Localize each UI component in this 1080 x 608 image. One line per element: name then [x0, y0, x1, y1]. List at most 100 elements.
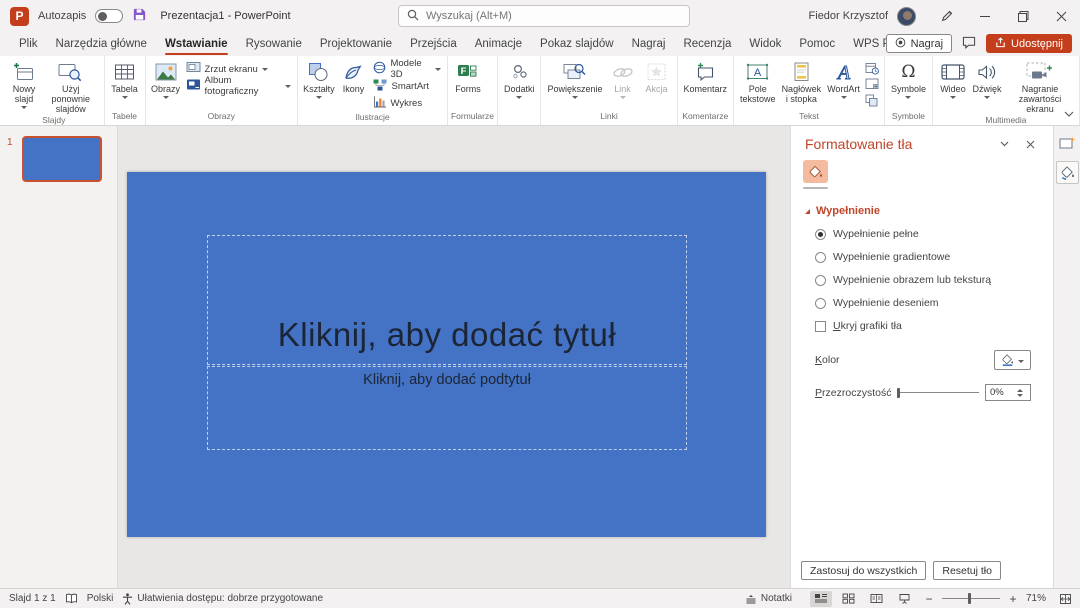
fill-section-header[interactable]: Wypełnienie: [791, 189, 1053, 217]
slide-sorter-view-button[interactable]: [838, 591, 860, 607]
textbox-button[interactable]: A Pole tekstowe: [737, 58, 779, 104]
user-avatar[interactable]: [897, 7, 916, 26]
tab-pokaz-slajdow[interactable]: Pokaz slajdów: [531, 32, 623, 56]
tab-rysowanie[interactable]: Rysowanie: [237, 32, 311, 56]
forms-button[interactable]: F Forms: [451, 58, 485, 94]
accessibility-status[interactable]: Ułatwienia dostępu: dobrze przygotowane: [122, 593, 323, 605]
zoom-in-button[interactable]: +: [1008, 592, 1018, 606]
pane-options-chevron-icon[interactable]: [991, 135, 1017, 153]
comment-button[interactable]: Komentarz: [681, 58, 731, 94]
pen-mode-icon[interactable]: [930, 1, 964, 31]
screen-recording-button[interactable]: Nagranie zawartości ekranu: [1004, 58, 1076, 114]
hide-background-label: Ukryj grafiki tła: [833, 320, 902, 332]
maximize-button[interactable]: [1006, 1, 1040, 31]
smartart-label: SmartArt: [391, 81, 428, 92]
pane-close-icon[interactable]: [1017, 135, 1043, 153]
slide-counter[interactable]: Slajd 1 z 1: [9, 593, 56, 604]
slider-handle[interactable]: [897, 388, 900, 398]
radio-icon: [815, 252, 826, 263]
zoom-slider-handle[interactable]: [968, 593, 972, 604]
photo-album-button[interactable]: Album fotograficzny: [183, 78, 295, 94]
tab-przejscia[interactable]: Przejścia: [401, 32, 466, 56]
tab-plik[interactable]: Plik: [10, 32, 47, 56]
search-input[interactable]: [426, 10, 681, 22]
tab-recenzja[interactable]: Recenzja: [674, 32, 740, 56]
option-pattern-fill[interactable]: Wypełnienie deseniem: [791, 297, 1053, 309]
notes-icon: [745, 594, 757, 604]
minimize-button[interactable]: [968, 1, 1002, 31]
format-background-icon[interactable]: [1056, 161, 1079, 184]
transparency-slider[interactable]: [897, 392, 979, 393]
fill-tool-icon[interactable]: [803, 160, 828, 183]
search-box[interactable]: [398, 5, 690, 27]
subtitle-placeholder[interactable]: Kliknij, aby dodać podtytuł: [207, 366, 687, 450]
reuse-slides-button[interactable]: Użyj ponownie slajdów: [41, 58, 101, 114]
addins-button[interactable]: Dodatki: [501, 58, 538, 99]
tab-narzedzia-glowne[interactable]: Narzędzia główne: [47, 32, 156, 56]
comments-icon[interactable]: [962, 36, 976, 52]
normal-view-button[interactable]: [810, 591, 832, 607]
zoom-section-button[interactable]: Powiększenie: [544, 58, 605, 99]
reading-view-button[interactable]: [866, 591, 888, 607]
language-indicator[interactable]: Polski: [87, 593, 114, 604]
notes-label: Notatki: [761, 593, 792, 604]
chart-button[interactable]: Wykres: [370, 95, 443, 111]
apply-to-all-button[interactable]: Zastosuj do wszystkich: [801, 561, 926, 580]
record-button[interactable]: Nagraj: [886, 34, 952, 53]
zoom-percentage[interactable]: 71%: [1026, 593, 1046, 604]
group-label-formularze: Formularze: [451, 110, 494, 125]
date-time-button[interactable]: [863, 61, 881, 75]
title-placeholder[interactable]: Kliknij, aby dodać tytuł: [207, 235, 687, 365]
collapse-ribbon-icon[interactable]: [1064, 108, 1074, 120]
wordart-button[interactable]: A WordArt: [824, 58, 863, 99]
fit-slide-button[interactable]: [1054, 591, 1076, 607]
spin-up-icon[interactable]: [1017, 389, 1023, 392]
option-gradient-fill[interactable]: Wypełnienie gradientowe: [791, 251, 1053, 263]
3d-models-button[interactable]: Modele 3D: [370, 61, 443, 77]
transparency-value-input[interactable]: [986, 387, 1014, 398]
slide[interactable]: Kliknij, aby dodać tytuł Kliknij, aby do…: [127, 172, 766, 537]
group-formularze: F Forms Formularze: [448, 56, 498, 125]
transparency-spinbox[interactable]: [985, 384, 1031, 401]
notes-button[interactable]: Notatki: [745, 593, 792, 604]
reset-background-button[interactable]: Resetuj tło: [933, 561, 1001, 580]
pictures-button[interactable]: Obrazy: [149, 58, 183, 99]
tab-projektowanie[interactable]: Projektowanie: [311, 32, 401, 56]
color-dropdown-button[interactable]: [994, 350, 1031, 370]
table-button[interactable]: Tabela: [108, 58, 142, 99]
tab-nagraj[interactable]: Nagraj: [623, 32, 675, 56]
share-button[interactable]: Udostępnij: [986, 34, 1072, 53]
option-solid-fill[interactable]: Wypełnienie pełne: [791, 228, 1053, 240]
video-button[interactable]: Wideo: [936, 58, 970, 99]
user-name[interactable]: Fiedor Krzysztof: [809, 10, 888, 22]
tab-wstawianie[interactable]: Wstawianie: [156, 32, 237, 56]
spellcheck-icon[interactable]: [65, 593, 78, 604]
hide-background-checkbox[interactable]: Ukryj grafiki tła: [791, 320, 1053, 332]
expand-triangle-icon: [805, 209, 810, 214]
new-slide-button[interactable]: Nowy slajd: [7, 58, 41, 109]
header-footer-button[interactable]: Nagłówek i stopka: [779, 58, 825, 104]
icons-button[interactable]: Ikony: [336, 58, 370, 94]
option-label: Wypełnienie gradientowe: [833, 251, 950, 263]
tab-widok[interactable]: Widok: [740, 32, 790, 56]
autosave-toggle[interactable]: [95, 9, 123, 23]
slide-thumbnail[interactable]: [22, 136, 102, 182]
save-icon[interactable]: [132, 7, 147, 25]
slideshow-view-button[interactable]: [894, 591, 916, 607]
slide-number-button[interactable]: [863, 77, 881, 91]
shapes-button[interactable]: Kształty: [301, 58, 336, 99]
close-button[interactable]: [1044, 1, 1078, 31]
tab-animacje[interactable]: Animacje: [466, 32, 531, 56]
symbols-button[interactable]: Ω Symbole: [888, 58, 929, 99]
designer-icon[interactable]: [1056, 132, 1079, 155]
spin-down-icon[interactable]: [1017, 394, 1023, 397]
smartart-button[interactable]: SmartArt: [370, 78, 443, 94]
zoom-out-button[interactable]: −: [924, 592, 934, 606]
group-slajdy: Nowy slajd Użyj ponownie slajdów Slajdy: [4, 56, 105, 125]
option-picture-fill[interactable]: Wypełnienie obrazem lub teksturą: [791, 274, 1053, 286]
tab-pomoc[interactable]: Pomoc: [790, 32, 844, 56]
object-button[interactable]: [863, 93, 881, 107]
zoom-slider[interactable]: [942, 598, 1000, 599]
audio-button[interactable]: Dźwięk: [970, 58, 1004, 99]
group-label-linki: Linki: [544, 110, 673, 125]
